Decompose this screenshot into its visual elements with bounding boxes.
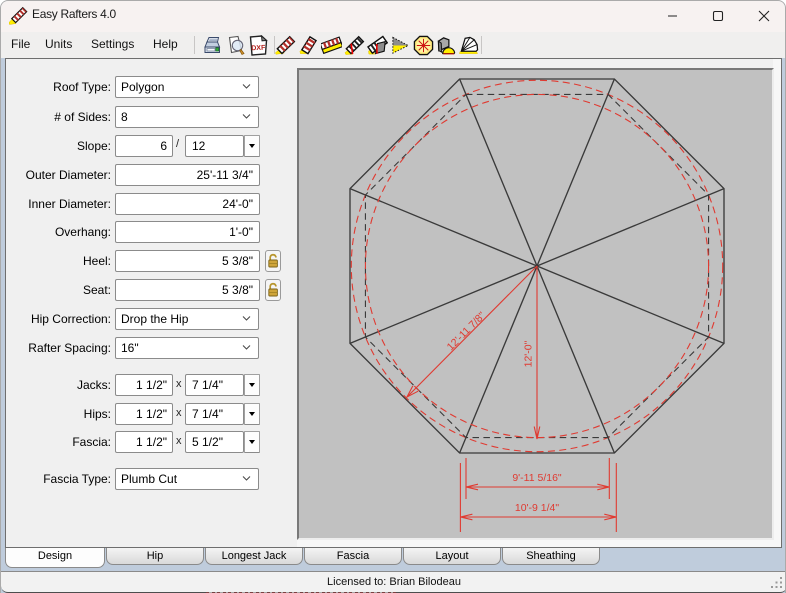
svg-text:10'-9 1/4": 10'-9 1/4"	[515, 502, 560, 514]
svg-text:12'-0": 12'-0"	[523, 340, 535, 367]
svg-text:DXF: DXF	[251, 45, 266, 53]
svg-text:9'-11 5/16": 9'-11 5/16"	[512, 472, 562, 484]
svg-text:12'-11 7/8": 12'-11 7/8"	[445, 310, 489, 354]
